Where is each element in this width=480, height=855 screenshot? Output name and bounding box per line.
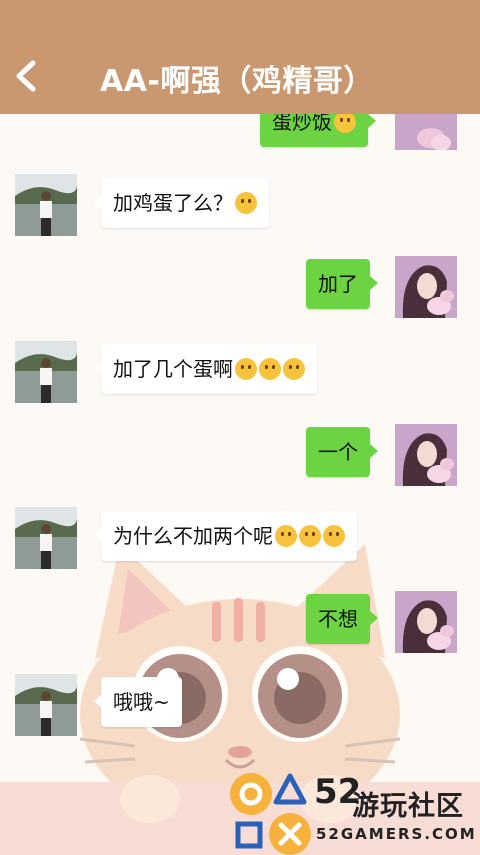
thinking-emoji-icon bbox=[275, 525, 297, 547]
message-bubble-received[interactable]: 为什么不加两个呢 bbox=[94, 511, 357, 561]
avatar-self[interactable] bbox=[395, 591, 457, 653]
back-arrow-icon[interactable] bbox=[14, 60, 38, 92]
avatar-contact[interactable] bbox=[15, 341, 77, 403]
message-bubble-sent[interactable]: 不想 bbox=[306, 594, 378, 644]
thinking-emoji-icon bbox=[235, 192, 257, 214]
hand-over-mouth-emoji-icon bbox=[283, 358, 305, 380]
thinking-emoji-icon bbox=[299, 525, 321, 547]
message-bubble-received[interactable]: 加了几个蛋啊 bbox=[94, 344, 317, 394]
site-watermark: 52 游玩社区 52GAMERS.COM bbox=[230, 770, 480, 855]
message-bubble-sent[interactable]: 一个 bbox=[306, 427, 378, 477]
chat-messages[interactable]: 蛋炒饭 加鸡蛋了么？ 加了 加了几个蛋啊 一个 为什么不加两个呢 不想 哦哦~ bbox=[0, 114, 480, 855]
message-bubble-received[interactable]: 哦哦~ bbox=[94, 677, 182, 727]
avatar-contact[interactable] bbox=[15, 507, 77, 569]
avatar-self[interactable] bbox=[395, 256, 457, 318]
watermark-name: 游玩社区 bbox=[352, 791, 464, 822]
message-bubble-sent[interactable]: 加了 bbox=[306, 259, 378, 309]
grin-emoji-icon bbox=[334, 114, 356, 133]
avatar-self[interactable] bbox=[395, 114, 457, 150]
playstation-symbols-logo-icon bbox=[230, 773, 311, 855]
hand-over-mouth-emoji-icon bbox=[235, 358, 257, 380]
message-bubble-sent[interactable]: 蛋炒饭 bbox=[260, 114, 376, 147]
chat-title: AA-啊强（鸡精哥） bbox=[100, 64, 374, 99]
avatar-contact[interactable] bbox=[15, 174, 77, 236]
hand-over-mouth-emoji-icon bbox=[259, 358, 281, 380]
message-bubble-received[interactable]: 加鸡蛋了么？ bbox=[94, 178, 269, 228]
watermark-domain: 52GAMERS.COM bbox=[316, 825, 477, 843]
avatar-self[interactable] bbox=[395, 424, 457, 486]
avatar-contact[interactable] bbox=[15, 674, 77, 736]
chat-header: AA-啊强（鸡精哥） bbox=[0, 0, 480, 114]
thinking-emoji-icon bbox=[323, 525, 345, 547]
